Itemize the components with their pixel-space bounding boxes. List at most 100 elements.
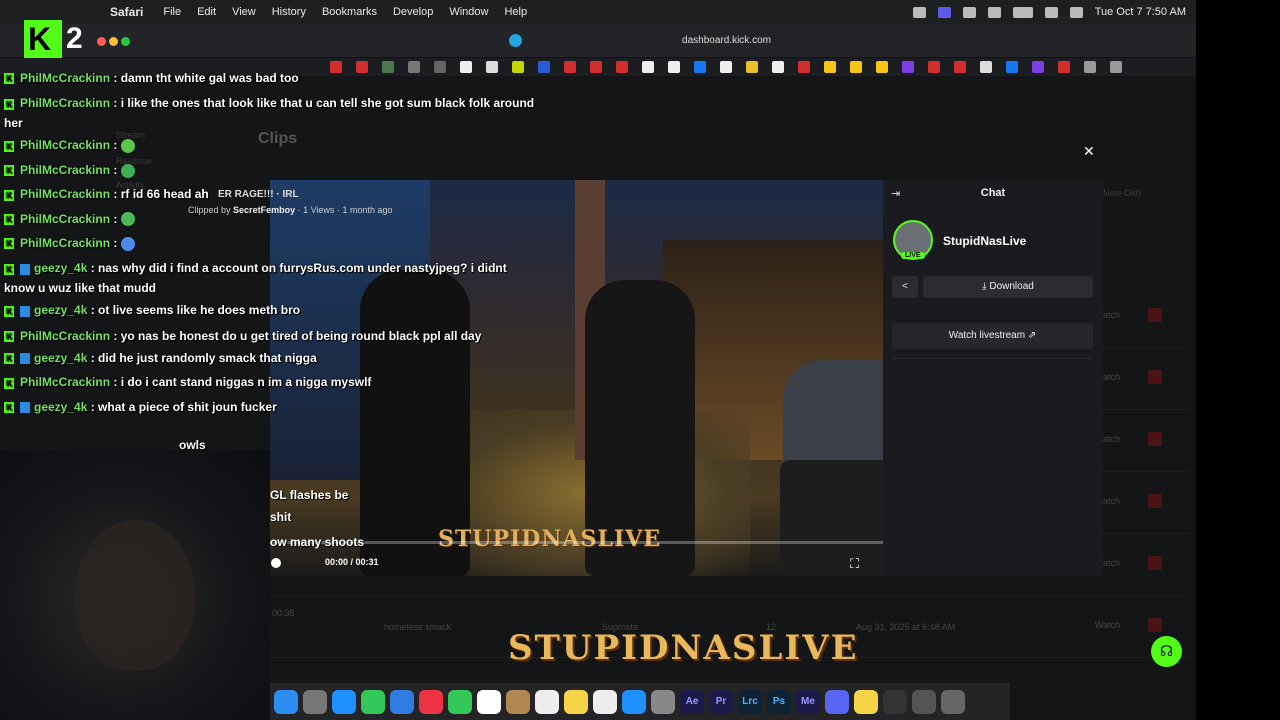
delete-icon[interactable] — [1148, 556, 1162, 570]
download-button[interactable]: ⤓ Download — [923, 276, 1093, 298]
delete-icon[interactable] — [1148, 618, 1162, 632]
kick-badge-icon: K — [4, 305, 14, 317]
premiere-icon[interactable]: Pr — [709, 689, 733, 714]
letterbox — [1196, 0, 1280, 720]
safari-icon[interactable] — [332, 689, 356, 714]
clock[interactable]: Tue Oct 7 7:50 AM — [1095, 6, 1186, 18]
bookmark-icon[interactable] — [1110, 61, 1122, 73]
chat-text: : did he just randomly smack that nigga — [90, 350, 317, 365]
bookmark-icon[interactable] — [772, 61, 784, 73]
sub-badge-icon — [20, 353, 30, 365]
facetime-icon[interactable] — [448, 689, 472, 714]
close-window-icon[interactable] — [97, 37, 106, 46]
delete-icon[interactable] — [1148, 370, 1162, 384]
live-badge: LIVE — [901, 252, 925, 259]
bookmark-amazon-icon[interactable] — [720, 61, 732, 73]
menu-help[interactable]: Help — [504, 6, 527, 18]
app-icon[interactable] — [506, 689, 530, 714]
after-effects-icon[interactable]: Ae — [680, 689, 704, 714]
delete-icon[interactable] — [1148, 308, 1162, 322]
minimize-window-icon[interactable] — [109, 37, 118, 46]
chat-message: Kgeezy_4k : did he just randomly smack t… — [0, 346, 540, 370]
chat-username: geezy_4k — [34, 399, 88, 414]
menu-history[interactable]: History — [272, 6, 306, 18]
stickies-icon[interactable] — [854, 689, 878, 714]
photos-icon[interactable] — [419, 689, 443, 714]
bookmark-youtube-icon[interactable] — [1058, 61, 1070, 73]
emote-icon — [120, 163, 135, 178]
video-timecode: 00:00 / 00:31 — [325, 557, 379, 567]
menu-view[interactable]: View — [232, 6, 256, 18]
chat-message: K PhilMcCrackinn : i do i cant stand nigg… — [0, 370, 540, 394]
bookmark-youtube-icon[interactable] — [564, 61, 576, 73]
calendar-icon[interactable] — [477, 689, 501, 714]
bookmark-icon[interactable] — [824, 61, 836, 73]
play-icon[interactable] — [987, 6, 1001, 18]
bookmark-youtube-icon[interactable] — [590, 61, 602, 73]
screenshot-icon[interactable] — [912, 689, 936, 714]
bookmark-youtube-icon[interactable] — [616, 61, 628, 73]
support-chat-icon[interactable]: ☊ — [1151, 636, 1182, 667]
screen-share-icon[interactable] — [937, 6, 951, 18]
messages-icon[interactable] — [361, 689, 385, 714]
dropbox-icon[interactable] — [962, 6, 976, 18]
search-icon[interactable] — [1069, 6, 1083, 18]
chat-message: Kgeezy_4k : nas why did i find a account… — [0, 255, 540, 298]
battery-icon[interactable] — [1012, 6, 1033, 18]
notes-icon[interactable] — [564, 689, 588, 714]
chat-message: K PhilMcCrackinn : — [0, 133, 540, 157]
webcam-feed — [0, 450, 270, 720]
chat-message: K PhilMcCrackinn : — [0, 207, 540, 231]
bookmark-icon[interactable] — [850, 61, 862, 73]
launchpad-icon[interactable] — [303, 689, 327, 714]
wifi-icon[interactable] — [1044, 6, 1058, 18]
trash-icon[interactable] — [941, 689, 965, 714]
menu-window[interactable]: Window — [449, 6, 488, 18]
delete-icon[interactable] — [1148, 432, 1162, 446]
reminders-icon[interactable] — [535, 689, 559, 714]
obs-icon[interactable] — [883, 689, 907, 714]
media-encoder-icon[interactable]: Me — [796, 689, 820, 714]
menu-edit[interactable]: Edit — [197, 6, 216, 18]
fullscreen-icon[interactable]: ⛶ — [850, 556, 859, 572]
channel-name[interactable]: StupidNasLive — [943, 234, 1026, 248]
freeform-icon[interactable] — [593, 689, 617, 714]
bookmark-icon[interactable] — [746, 61, 758, 73]
lightroom-icon[interactable]: Lrc — [738, 689, 762, 714]
close-modal-icon[interactable]: ✕ — [1083, 143, 1095, 160]
bookmark-youtube-icon[interactable] — [928, 61, 940, 73]
zoom-window-icon[interactable] — [121, 37, 130, 46]
menu-app-name[interactable]: Safari — [110, 5, 143, 19]
bookmark-icon[interactable] — [1084, 61, 1096, 73]
watch-link[interactable]: Watch — [1095, 620, 1120, 630]
address-bar[interactable]: dashboard.kick.com — [390, 31, 890, 51]
app-store-icon[interactable] — [622, 689, 646, 714]
sort-dropdown[interactable]: (New-Old) — [1100, 188, 1141, 198]
screen-record-icon[interactable] — [912, 6, 926, 18]
photoshop-icon[interactable]: Ps — [767, 689, 791, 714]
delete-icon[interactable] — [1148, 494, 1162, 508]
download-label: Download — [989, 281, 1034, 292]
video-watermark: STUPIDNASLIVE — [438, 526, 662, 552]
watch-livestream-button[interactable]: Watch livestream ⇗ — [892, 323, 1093, 349]
discord-icon[interactable] — [825, 689, 849, 714]
bookmark-icon[interactable] — [1032, 61, 1044, 73]
bookmark-amazon-icon[interactable] — [668, 61, 680, 73]
mail-icon[interactable] — [390, 689, 414, 714]
bookmark-icon[interactable] — [876, 61, 888, 73]
bookmark-youtube-icon[interactable] — [954, 61, 966, 73]
play-button-icon[interactable] — [271, 558, 281, 568]
bookmark-facebook-icon[interactable] — [694, 61, 706, 73]
bookmark-icon[interactable] — [980, 61, 992, 73]
system-settings-icon[interactable] — [651, 689, 675, 714]
finder-icon[interactable] — [274, 689, 298, 714]
bookmark-icon[interactable] — [902, 61, 914, 73]
menu-develop[interactable]: Develop — [393, 6, 433, 18]
bookmark-youtube-icon[interactable] — [798, 61, 810, 73]
menu-bookmarks[interactable]: Bookmarks — [322, 6, 377, 18]
share-button[interactable]: < — [892, 276, 918, 298]
bookmark-amazon-icon[interactable] — [642, 61, 654, 73]
menu-file[interactable]: File — [163, 6, 181, 18]
clip-title[interactable]: homeless smack — [384, 622, 451, 632]
bookmark-facebook-icon[interactable] — [1006, 61, 1018, 73]
